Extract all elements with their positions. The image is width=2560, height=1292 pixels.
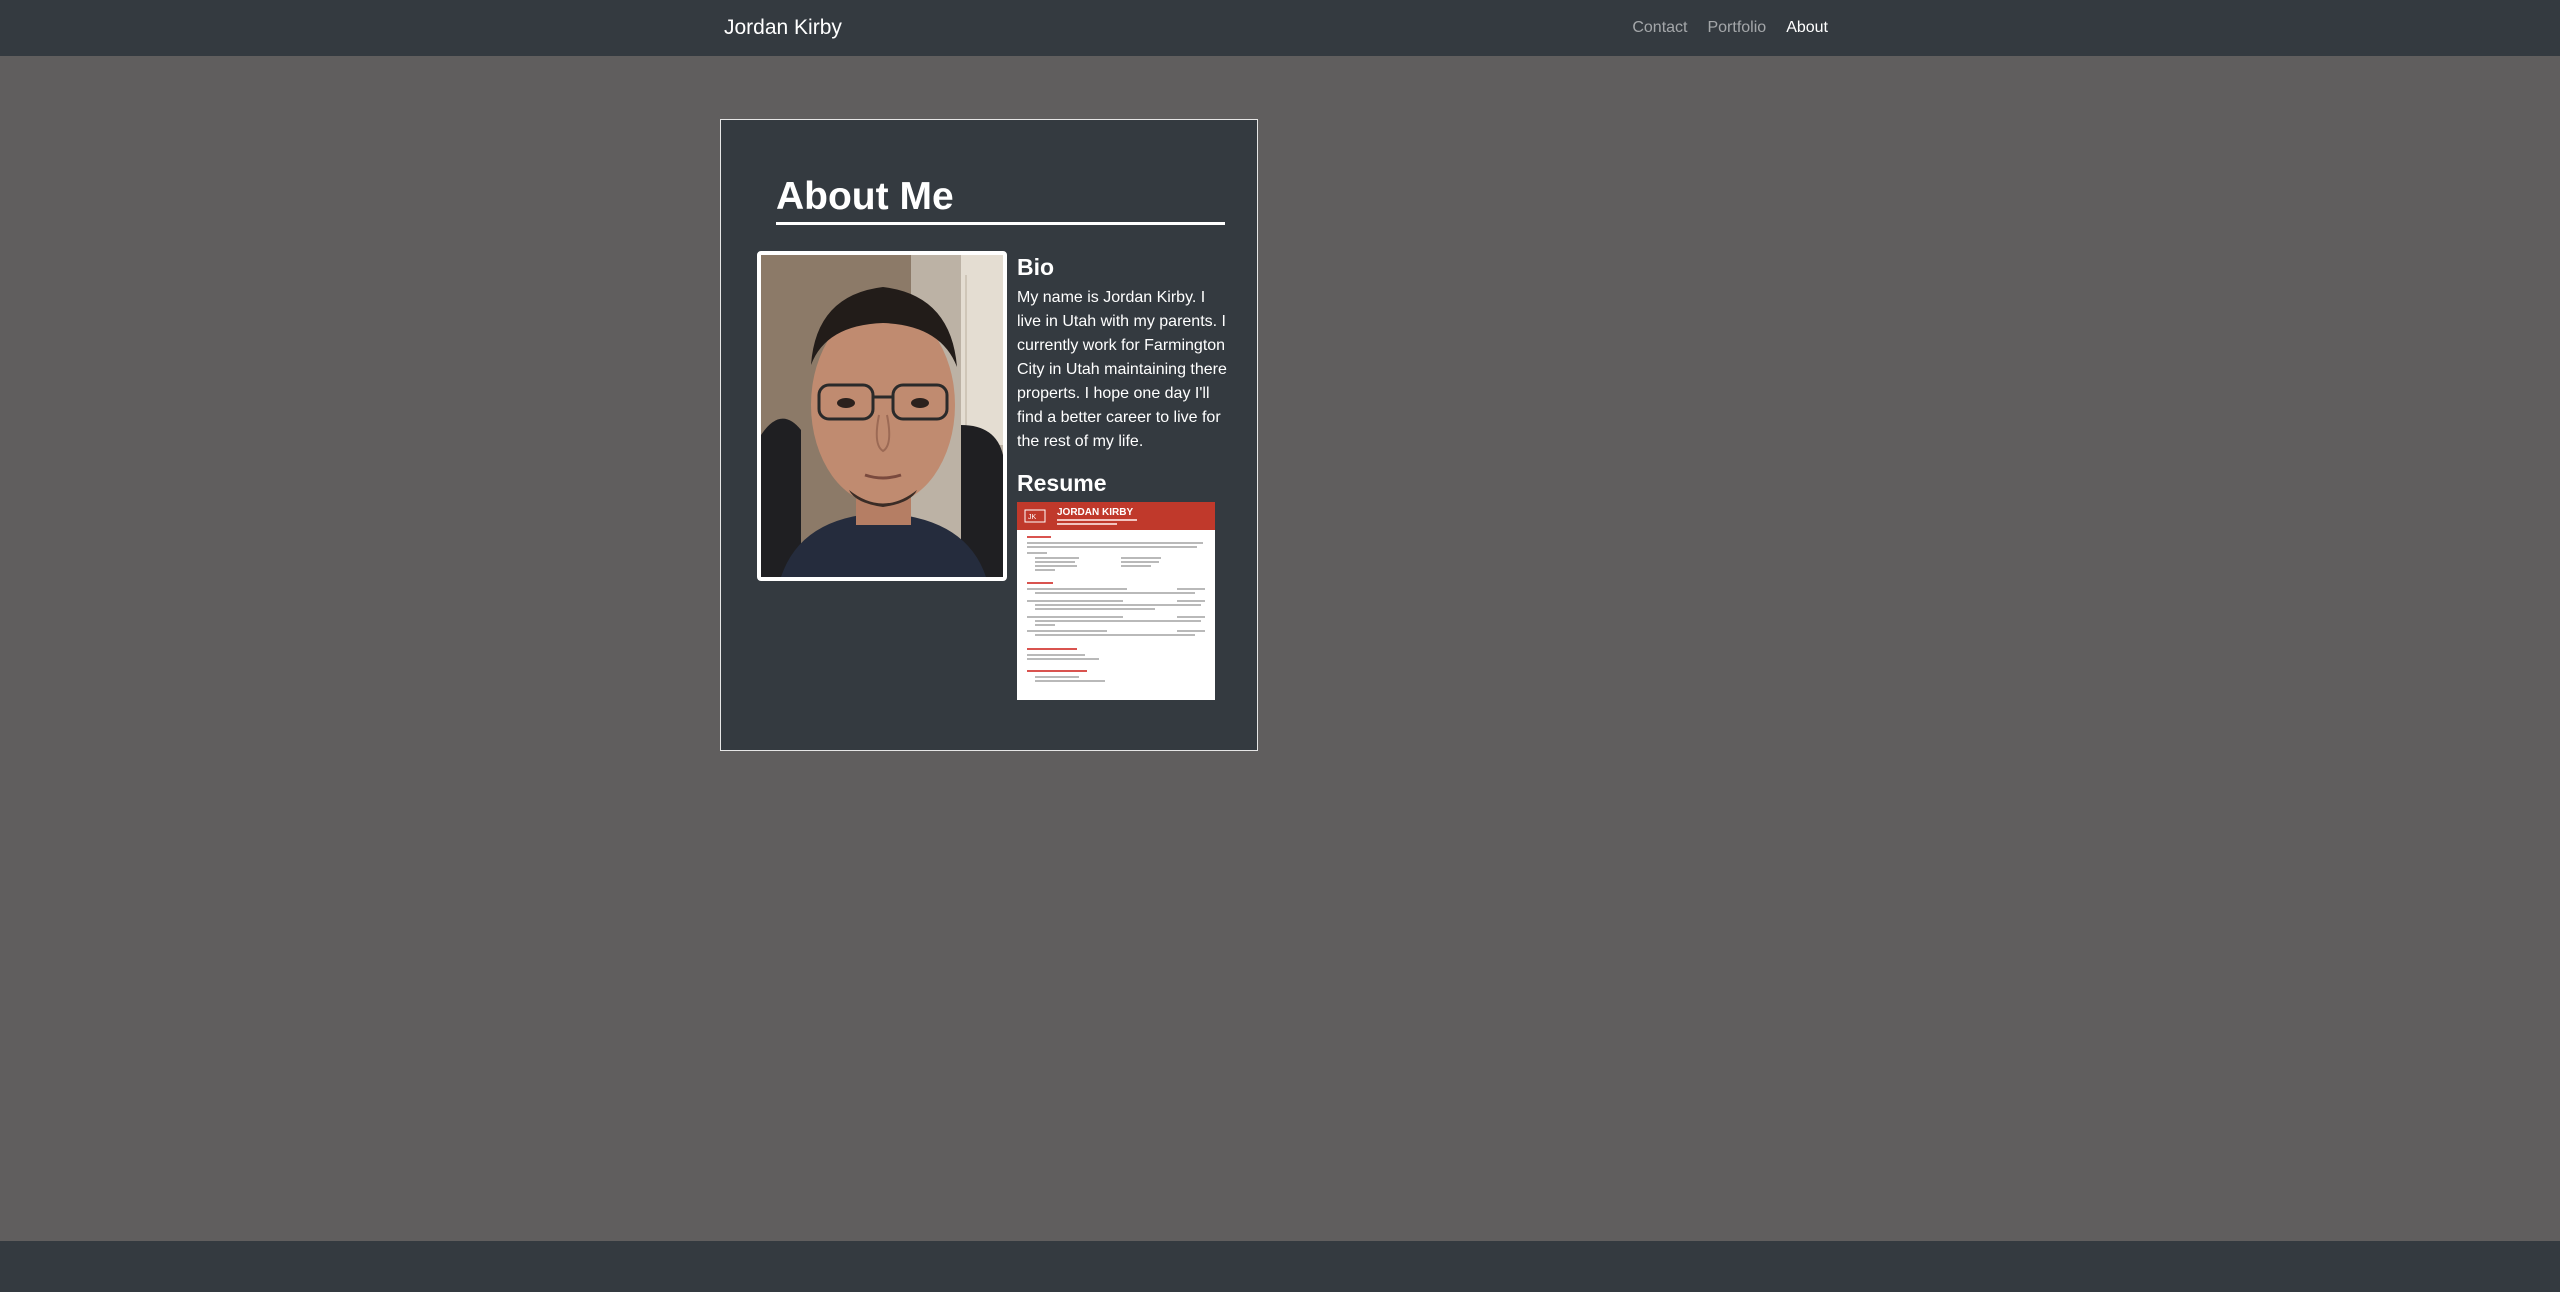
bio-text: My name is Jordan Kirby. I live in Utah … xyxy=(1017,289,1227,450)
nav-links: Contact Portfolio About xyxy=(1632,17,1828,39)
resume-thumbnail[interactable]: JK JORDAN KIRBY xyxy=(1017,502,1215,700)
resume-thumb-initials: JK xyxy=(1028,514,1037,521)
about-card: About Me Bio My name is Jordan Kirby. I … xyxy=(720,119,1258,751)
profile-photo-image xyxy=(761,255,1003,577)
resume-heading: Resume xyxy=(1017,470,1107,496)
bio-section: Bio My name is Jordan Kirby. I live in U… xyxy=(1017,252,1229,700)
top-navbar: Jordan Kirby Contact Portfolio About xyxy=(0,0,2560,56)
nav-link-contact[interactable]: Contact xyxy=(1632,17,1687,39)
brand-link[interactable]: Jordan Kirby xyxy=(724,14,842,42)
resume-thumb-name: JORDAN KIRBY xyxy=(1057,507,1133,518)
profile-photo xyxy=(757,251,1007,581)
nav-link-portfolio[interactable]: Portfolio xyxy=(1707,17,1766,39)
bio-heading: Bio xyxy=(1017,254,1055,280)
page-title: About Me xyxy=(776,174,1225,225)
nav-link-about[interactable]: About xyxy=(1786,17,1828,39)
page-footer xyxy=(0,1241,2560,1292)
